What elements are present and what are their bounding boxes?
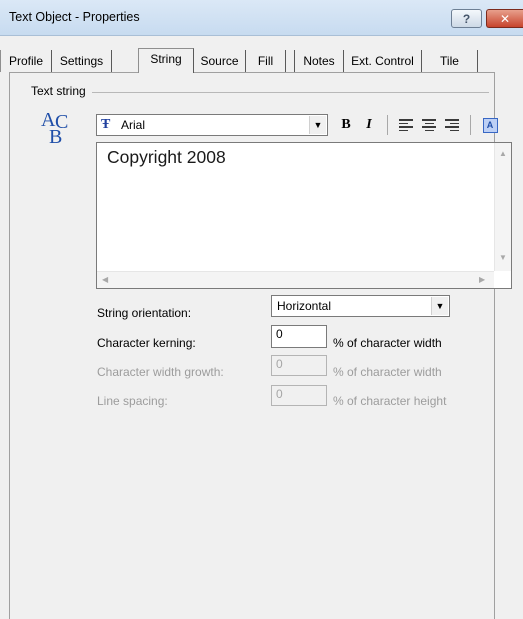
toolbar-separator xyxy=(470,115,471,135)
horizontal-scrollbar[interactable]: ◀ ▶ xyxy=(97,271,494,288)
scroll-down-icon[interactable]: ▼ xyxy=(499,253,507,262)
bold-button[interactable]: B xyxy=(336,115,356,135)
string-orientation-label: String orientation: xyxy=(97,306,192,320)
align-left-icon xyxy=(399,119,413,131)
title-bar: Text Object - Properties ? ✕ xyxy=(0,0,523,36)
line-spacing-input: 0 xyxy=(271,385,327,406)
close-button[interactable]: ✕ xyxy=(486,9,523,28)
character-kerning-input[interactable]: 0 xyxy=(271,325,327,348)
text-string-editor[interactable]: Copyright 2008 ▲ ▼ ◀ ▶ xyxy=(96,142,512,289)
text-string-value: Copyright 2008 xyxy=(107,147,226,167)
align-left-button[interactable] xyxy=(396,115,416,135)
string-orientation-select[interactable]: Horizontal ▼ xyxy=(271,295,450,317)
scroll-up-icon[interactable]: ▲ xyxy=(499,149,507,158)
truetype-font-icon: Ŧ xyxy=(101,117,111,132)
vertical-scrollbar[interactable]: ▲ ▼ xyxy=(494,143,511,271)
character-kerning-unit: % of character width xyxy=(333,336,442,350)
tab-notes[interactable]: Notes xyxy=(294,50,344,72)
toolbar-separator xyxy=(387,115,388,135)
group-divider xyxy=(92,92,489,93)
format-toolbar: Ŧ Arial ▼ B I A xyxy=(96,114,500,136)
character-kerning-label: Character kerning: xyxy=(97,336,196,350)
align-center-icon xyxy=(422,119,436,131)
tab-divider xyxy=(9,72,494,73)
string-orientation-value: Horizontal xyxy=(277,299,332,313)
line-spacing-unit: % of character height xyxy=(333,394,447,408)
abc-icon-letter-b: B xyxy=(49,126,62,148)
text-box-button[interactable]: A xyxy=(480,115,500,135)
scroll-left-icon[interactable]: ◀ xyxy=(102,275,108,284)
help-button[interactable]: ? xyxy=(451,9,482,28)
chevron-down-icon[interactable]: ▼ xyxy=(431,297,448,315)
properties-window: Text Object - Properties ? ✕ Profile Set… xyxy=(0,0,523,619)
align-right-icon xyxy=(445,119,459,131)
align-center-button[interactable] xyxy=(419,115,439,135)
character-width-growth-label: Character width growth: xyxy=(97,365,224,379)
font-name: Arial xyxy=(121,118,146,132)
italic-button[interactable]: I xyxy=(359,115,379,135)
tab-fill[interactable]: Fill xyxy=(246,50,286,72)
tab-tile[interactable]: Tile xyxy=(422,50,478,72)
line-spacing-label: Line spacing: xyxy=(97,394,168,408)
scroll-right-icon[interactable]: ▶ xyxy=(479,275,485,284)
chevron-down-icon[interactable]: ▼ xyxy=(309,116,326,134)
tab-settings[interactable]: Settings xyxy=(52,50,112,72)
font-dropdown[interactable]: Ŧ Arial ▼ xyxy=(96,114,328,136)
tab-source[interactable]: Source xyxy=(194,50,246,72)
character-width-growth-unit: % of character width xyxy=(333,365,442,379)
text-abc-icon: A C B xyxy=(41,109,68,148)
align-right-button[interactable] xyxy=(442,115,462,135)
tab-string[interactable]: String xyxy=(138,48,194,73)
window-title: Text Object - Properties xyxy=(9,10,140,24)
character-width-growth-input: 0 xyxy=(271,355,327,376)
tab-profile[interactable]: Profile xyxy=(0,50,52,72)
text-string-group-label: Text string xyxy=(31,84,89,98)
text-box-icon: A xyxy=(482,117,498,133)
tab-ext-control[interactable]: Ext. Control xyxy=(344,50,422,72)
